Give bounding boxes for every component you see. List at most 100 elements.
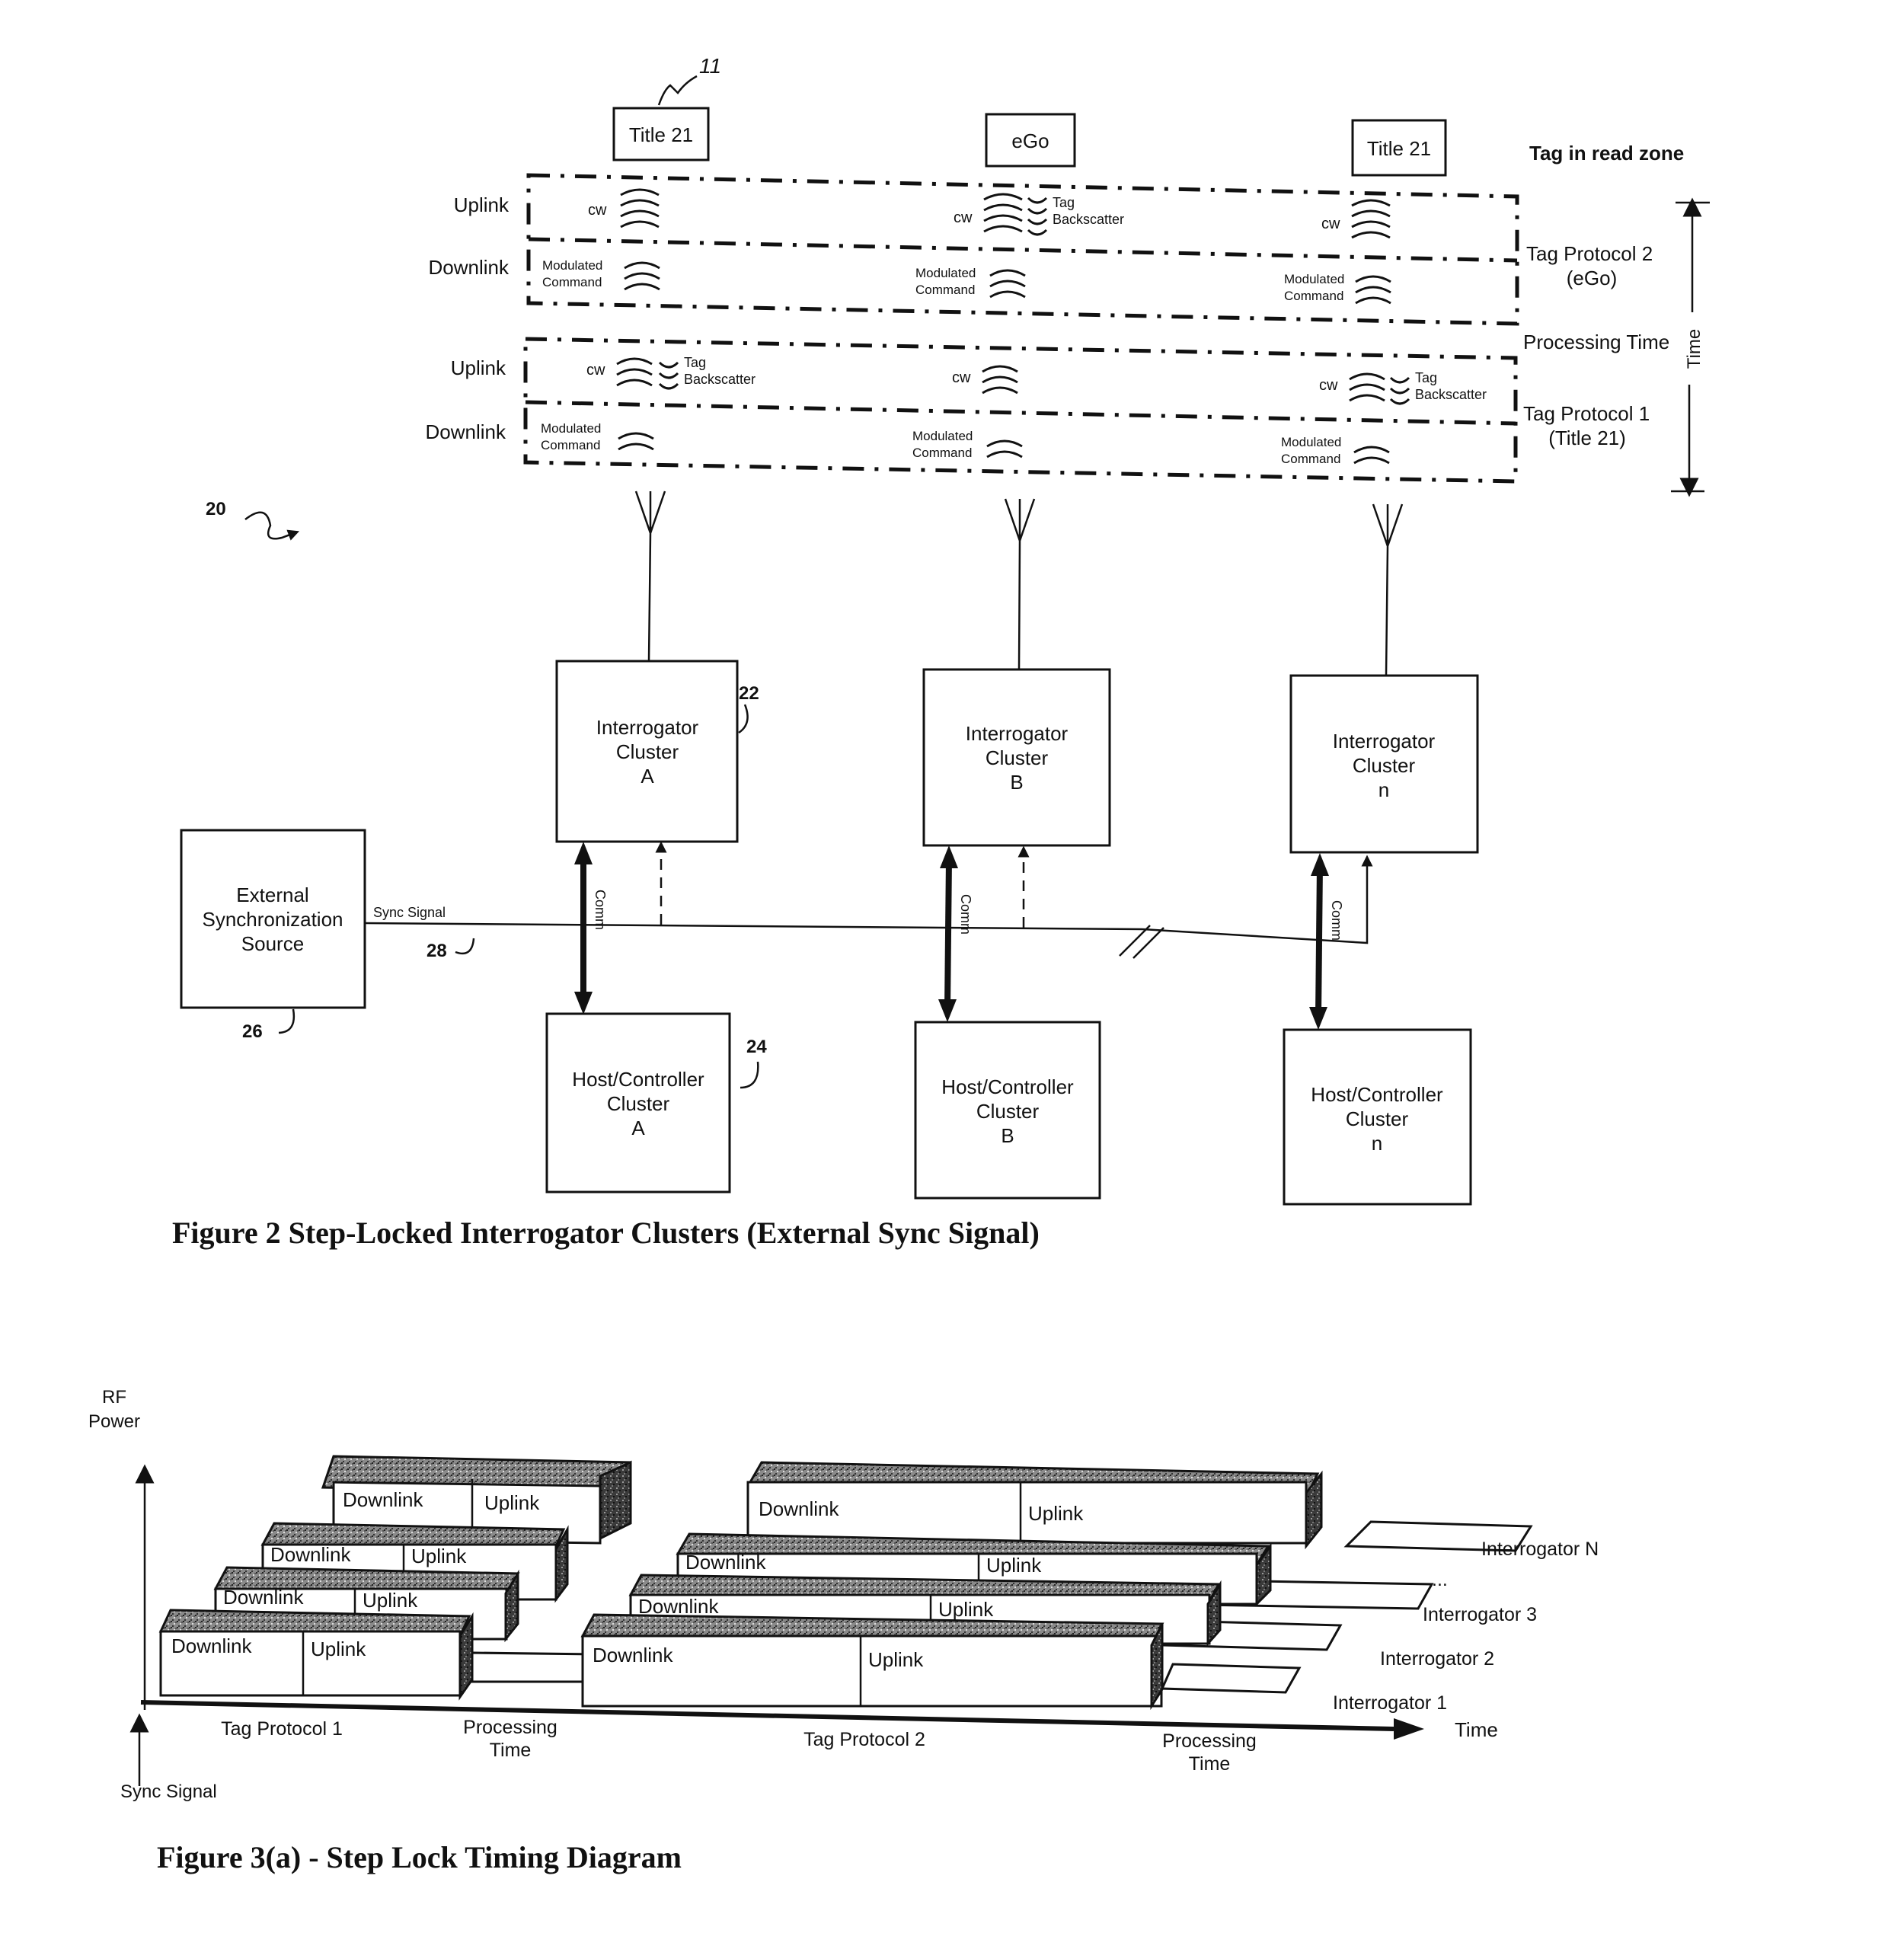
radio-wave-icon — [1355, 275, 1391, 305]
reference-22: 22 — [739, 683, 759, 704]
tag-label: Tag — [1053, 195, 1075, 210]
host-controller-cluster-n: Host/Controller Cluster n — [1283, 1028, 1472, 1206]
phase-label: Time — [1189, 1753, 1231, 1775]
cw-label: cw — [586, 362, 605, 379]
backscatter-label: Backscatter — [684, 372, 756, 387]
box-label: External — [236, 884, 308, 906]
downlink-row-label: Downlink — [426, 420, 506, 443]
box-label: Synchronization — [203, 908, 343, 931]
interrogator-cluster-a: Interrogator Cluster A — [555, 660, 739, 843]
box-label: Cluster — [976, 1100, 1040, 1123]
reference-28: 28 — [426, 941, 447, 961]
phase-label: Processing — [463, 1717, 557, 1738]
arrow-down-icon — [574, 992, 593, 1015]
box-label: Cluster — [616, 740, 679, 763]
protocol-1-label: Tag Protocol 1 — [1523, 402, 1650, 425]
command-label: Command — [915, 283, 975, 297]
block-label-downlink: Downlink — [343, 1488, 423, 1511]
block-label-uplink: Uplink — [1028, 1502, 1084, 1525]
figure-3a-caption: Figure 3(a) - Step Lock Timing Diagram — [157, 1840, 682, 1874]
interrogator-ellipsis: ... — [1432, 1569, 1448, 1590]
backscatter-wave-icon — [658, 361, 679, 390]
radio-wave-icon — [982, 365, 1018, 395]
tag-label: Tag — [1415, 370, 1437, 385]
p2-uplink-n: cw — [1321, 199, 1391, 239]
time-axis-vertical: Time — [1671, 197, 1710, 497]
protocol-2-sublabel: (eGo) — [1567, 267, 1617, 289]
figure-2: 11 Title 21 eGo Title 21 Tag in read zon… — [172, 54, 1710, 1250]
figure-2-caption: Figure 2 Step-Locked Interrogator Cluste… — [172, 1216, 1040, 1250]
box-label: Interrogator — [1333, 730, 1436, 753]
phase-label: Time — [490, 1740, 532, 1761]
modulated-label: Modulated — [915, 266, 976, 280]
box-label: Cluster — [1346, 1107, 1409, 1130]
box-label: A — [641, 765, 654, 788]
cw-label: cw — [1319, 377, 1338, 394]
protocol-1-frame — [523, 337, 1518, 484]
uplink-row-label: Uplink — [454, 193, 510, 216]
block-label-uplink: Uplink — [484, 1491, 540, 1514]
command-label: Command — [1281, 452, 1340, 466]
tag-zone-label: Tag in read zone — [1529, 142, 1684, 165]
modulated-label: Modulated — [1281, 435, 1341, 449]
box-label: Cluster — [1353, 754, 1416, 777]
block-label-uplink: Uplink — [363, 1589, 418, 1612]
time-axis-label: Time — [1684, 329, 1704, 369]
antenna-a — [634, 490, 666, 662]
cw-label: cw — [1321, 216, 1340, 232]
box-label: Interrogator — [596, 716, 699, 739]
cw-label: cw — [588, 202, 607, 219]
box-label: A — [631, 1117, 645, 1139]
block-label-uplink: Uplink — [986, 1554, 1042, 1577]
comm-label: Comm — [1329, 900, 1344, 941]
reference-number: 11 — [699, 54, 721, 78]
radio-wave-icon — [1351, 199, 1391, 239]
antenna-icon — [1004, 498, 1036, 670]
interrogator-label: Interrogator 3 — [1423, 1604, 1537, 1625]
block-label-downlink: Downlink — [223, 1586, 304, 1609]
y-axis-label: RF — [102, 1387, 126, 1408]
radio-wave-icon — [624, 261, 660, 291]
sync-signal-bus — [364, 841, 1373, 959]
host-controller-cluster-b: Host/Controller Cluster B — [914, 1021, 1101, 1200]
p1-downlink-n: Modulated Command — [1281, 435, 1390, 466]
modulated-label: Modulated — [1284, 272, 1344, 286]
radio-wave-icon — [989, 269, 1026, 299]
radio-wave-icon — [983, 193, 1023, 233]
antenna-icon — [1372, 503, 1404, 676]
p2-downlink-b: Modulated Command — [915, 266, 1026, 299]
time-arrow-icon — [1394, 1718, 1424, 1740]
p1-downlink-b: Modulated Command — [912, 429, 1023, 460]
arrow-down-icon — [938, 999, 957, 1022]
interrogator-cluster-b: Interrogator Cluster B — [922, 668, 1111, 847]
leader-line-icon — [657, 75, 698, 106]
arrow-up-icon — [1311, 853, 1329, 876]
box-label: n — [1378, 778, 1389, 801]
p1-uplink-a: cw Tag Backscatter — [586, 355, 756, 390]
leader-line-icon — [455, 938, 475, 955]
radio-wave-icon — [986, 439, 1023, 459]
backscatter-label: Backscatter — [1415, 387, 1487, 402]
y-axis-label: Power — [88, 1411, 140, 1432]
box-label: Host/Controller — [1311, 1083, 1443, 1106]
p1-downlink-a: Modulated Command — [541, 421, 654, 452]
block-label-uplink: Uplink — [411, 1545, 467, 1567]
arrow-down-icon — [1309, 1007, 1327, 1030]
p1-uplink-b: cw — [952, 365, 1018, 395]
radio-wave-icon — [1353, 446, 1390, 465]
arrow-up-icon — [574, 842, 593, 864]
modulated-label: Modulated — [912, 429, 973, 443]
interrogator-label: Interrogator N — [1481, 1539, 1599, 1560]
patent-figures-canvas: 11 Title 21 eGo Title 21 Tag in read zon… — [88, 54, 1710, 1874]
box-label: Source — [241, 932, 304, 955]
reference-20: 20 — [206, 499, 226, 519]
p1-uplink-n: cw Tag Backscatter — [1319, 370, 1487, 405]
phase-label: Tag Protocol 1 — [221, 1718, 343, 1740]
p2-downlink-n: Modulated Command — [1284, 272, 1391, 305]
uplink-row-label: Uplink — [451, 356, 506, 379]
antenna-icon — [634, 490, 666, 662]
block-label-uplink: Uplink — [938, 1598, 994, 1621]
tag-label: Title 21 — [629, 123, 693, 146]
modulated-label: Modulated — [542, 258, 602, 273]
x-axis-label: Time — [1455, 1718, 1498, 1741]
